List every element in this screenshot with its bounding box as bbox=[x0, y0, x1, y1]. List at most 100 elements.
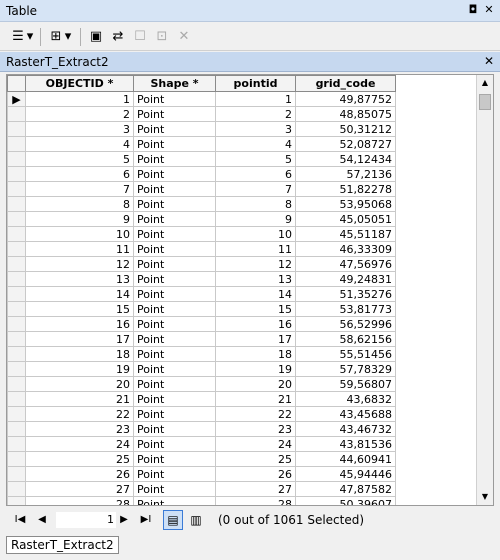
shape-cell[interactable]: Point bbox=[133, 166, 216, 182]
current-record-field[interactable]: 1 bbox=[56, 512, 116, 528]
row-selector[interactable] bbox=[7, 121, 26, 137]
table-row[interactable]: 26 Point 26 45,94446 bbox=[7, 466, 396, 482]
table-row[interactable]: 27 Point 27 47,87582 bbox=[7, 481, 396, 497]
shape-cell[interactable]: Point bbox=[133, 226, 216, 242]
row-selector[interactable] bbox=[7, 346, 26, 362]
objectid-cell[interactable]: 25 bbox=[25, 451, 134, 467]
show-selected-records-icon[interactable]: ▥ bbox=[186, 510, 206, 530]
table-row[interactable]: 5 Point 5 54,12434 bbox=[7, 151, 396, 167]
table-row[interactable]: 23 Point 23 43,46732 bbox=[7, 421, 396, 437]
pointid-cell[interactable]: 5 bbox=[215, 151, 296, 167]
objectid-cell[interactable]: 23 bbox=[25, 421, 134, 437]
objectid-cell[interactable]: 27 bbox=[25, 481, 134, 497]
shape-cell[interactable]: Point bbox=[133, 451, 216, 467]
grid-code-cell[interactable]: 48,85075 bbox=[295, 106, 396, 122]
row-selector[interactable] bbox=[7, 451, 26, 467]
row-selector[interactable] bbox=[7, 391, 26, 407]
shape-cell[interactable]: Point bbox=[133, 376, 216, 392]
grid-code-cell[interactable]: 45,51187 bbox=[295, 226, 396, 242]
column-header-pointid[interactable]: pointid bbox=[215, 75, 296, 92]
pointid-cell[interactable]: 16 bbox=[215, 316, 296, 332]
objectid-cell[interactable]: 2 bbox=[25, 106, 134, 122]
pointid-cell[interactable]: 18 bbox=[215, 346, 296, 362]
row-selector[interactable] bbox=[7, 196, 26, 212]
grid-code-cell[interactable]: 49,87752 bbox=[295, 91, 396, 107]
shape-cell[interactable]: Point bbox=[133, 121, 216, 137]
pointid-cell[interactable]: 3 bbox=[215, 121, 296, 137]
first-record-icon[interactable]: I◀ bbox=[12, 512, 28, 528]
table-row[interactable]: 9 Point 9 45,05051 bbox=[7, 211, 396, 227]
shape-cell[interactable]: Point bbox=[133, 151, 216, 167]
table-row[interactable]: 4 Point 4 52,08727 bbox=[7, 136, 396, 152]
pointid-cell[interactable]: 20 bbox=[215, 376, 296, 392]
grid-code-cell[interactable]: 51,82278 bbox=[295, 181, 396, 197]
row-selector[interactable] bbox=[7, 256, 26, 272]
zoom-to-selected-icon[interactable]: ⊡ bbox=[152, 28, 172, 46]
table-row[interactable]: 7 Point 7 51,82278 bbox=[7, 181, 396, 197]
grid-code-cell[interactable]: 43,46732 bbox=[295, 421, 396, 437]
objectid-cell[interactable]: 17 bbox=[25, 331, 134, 347]
pointid-cell[interactable]: 4 bbox=[215, 136, 296, 152]
pointid-cell[interactable]: 17 bbox=[215, 331, 296, 347]
objectid-cell[interactable]: 3 bbox=[25, 121, 134, 137]
pointid-cell[interactable]: 24 bbox=[215, 436, 296, 452]
objectid-cell[interactable]: 4 bbox=[25, 136, 134, 152]
table-row[interactable]: 12 Point 12 47,56976 bbox=[7, 256, 396, 272]
row-selector[interactable] bbox=[7, 226, 26, 242]
shape-cell[interactable]: Point bbox=[133, 196, 216, 212]
pointid-cell[interactable]: 10 bbox=[215, 226, 296, 242]
clear-selection-icon[interactable]: ☐ bbox=[130, 28, 150, 46]
shape-cell[interactable]: Point bbox=[133, 136, 216, 152]
objectid-cell[interactable]: 16 bbox=[25, 316, 134, 332]
grid-code-cell[interactable]: 49,24831 bbox=[295, 271, 396, 287]
grid-code-cell[interactable]: 46,33309 bbox=[295, 241, 396, 257]
shape-cell[interactable]: Point bbox=[133, 331, 216, 347]
row-selector[interactable] bbox=[7, 331, 26, 347]
objectid-cell[interactable]: 6 bbox=[25, 166, 134, 182]
row-selector[interactable] bbox=[7, 481, 26, 497]
grid-code-cell[interactable]: 59,56807 bbox=[295, 376, 396, 392]
shape-cell[interactable]: Point bbox=[133, 286, 216, 302]
grid-code-cell[interactable]: 50,31212 bbox=[295, 121, 396, 137]
objectid-cell[interactable]: 24 bbox=[25, 436, 134, 452]
table-row[interactable]: 19 Point 19 57,78329 bbox=[7, 361, 396, 377]
shape-cell[interactable]: Point bbox=[133, 181, 216, 197]
pointid-cell[interactable]: 7 bbox=[215, 181, 296, 197]
objectid-cell[interactable]: 14 bbox=[25, 286, 134, 302]
grid-code-cell[interactable]: 58,62156 bbox=[295, 331, 396, 347]
objectid-cell[interactable]: 26 bbox=[25, 466, 134, 482]
shape-cell[interactable]: Point bbox=[133, 346, 216, 362]
objectid-cell[interactable]: 12 bbox=[25, 256, 134, 272]
grid-code-cell[interactable]: 43,45688 bbox=[295, 406, 396, 422]
pointid-cell[interactable]: 19 bbox=[215, 361, 296, 377]
shape-cell[interactable]: Point bbox=[133, 301, 216, 317]
table-row[interactable]: 25 Point 25 44,60941 bbox=[7, 451, 396, 467]
pointid-cell[interactable]: 2 bbox=[215, 106, 296, 122]
delete-selected-icon[interactable]: ✕ bbox=[174, 28, 194, 46]
table-row[interactable]: 8 Point 8 53,95068 bbox=[7, 196, 396, 212]
objectid-cell[interactable]: 19 bbox=[25, 361, 134, 377]
pointid-cell[interactable]: 23 bbox=[215, 421, 296, 437]
objectid-cell[interactable]: 13 bbox=[25, 271, 134, 287]
row-selector[interactable] bbox=[7, 286, 26, 302]
shape-cell[interactable]: Point bbox=[133, 466, 216, 482]
shape-cell[interactable]: Point bbox=[133, 421, 216, 437]
objectid-cell[interactable]: 11 bbox=[25, 241, 134, 257]
table-row[interactable]: 13 Point 13 49,24831 bbox=[7, 271, 396, 287]
row-selector[interactable] bbox=[7, 361, 26, 377]
pointid-cell[interactable]: 12 bbox=[215, 256, 296, 272]
table-row[interactable]: 10 Point 10 45,51187 bbox=[7, 226, 396, 242]
row-selector[interactable] bbox=[7, 466, 26, 482]
shape-cell[interactable]: Point bbox=[133, 391, 216, 407]
objectid-cell[interactable]: 28 bbox=[25, 496, 134, 505]
objectid-cell[interactable]: 8 bbox=[25, 196, 134, 212]
grid-code-cell[interactable]: 55,51456 bbox=[295, 346, 396, 362]
pointid-cell[interactable]: 11 bbox=[215, 241, 296, 257]
column-header-objectid[interactable]: OBJECTID * bbox=[25, 75, 134, 92]
grid-code-cell[interactable]: 47,87582 bbox=[295, 481, 396, 497]
shape-cell[interactable]: Point bbox=[133, 406, 216, 422]
objectid-cell[interactable]: 21 bbox=[25, 391, 134, 407]
select-by-attributes-icon[interactable]: ▣ bbox=[86, 28, 106, 46]
shape-cell[interactable]: Point bbox=[133, 91, 216, 107]
objectid-cell[interactable]: 10 bbox=[25, 226, 134, 242]
